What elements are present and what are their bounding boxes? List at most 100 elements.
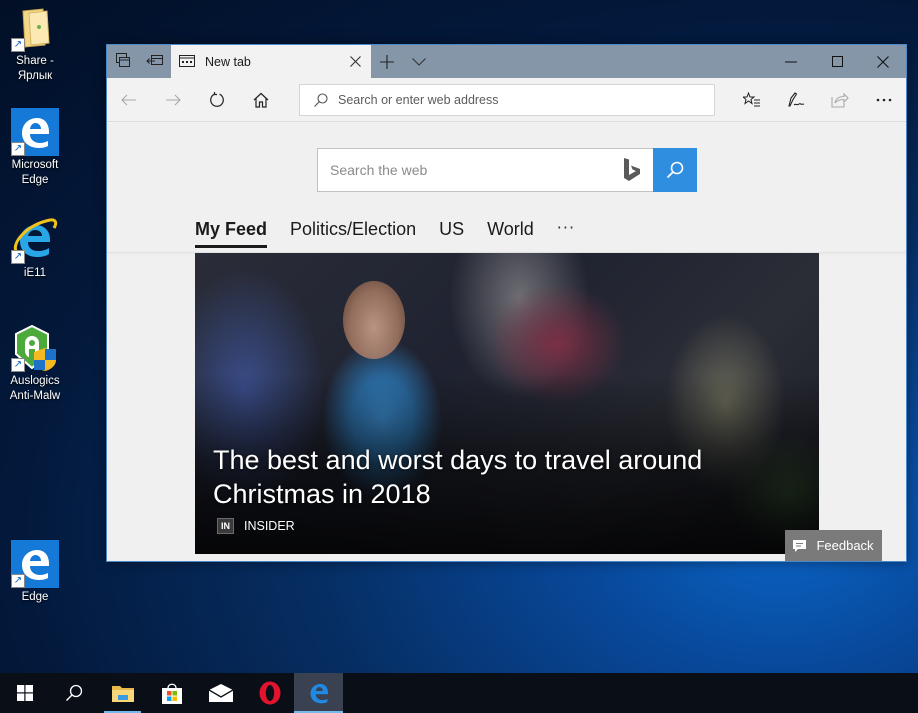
web-search-submit-button[interactable] — [653, 148, 697, 192]
edge-browser-window: New tab Search or enter web address Sear… — [106, 44, 907, 562]
desktop-icon-label: iE11 — [23, 267, 47, 279]
desktop-icon-microsoft-edge[interactable]: ↗ Microsoft Edge — [2, 108, 68, 188]
folder-icon — [111, 686, 134, 702]
insider-logo-icon: IN — [217, 518, 234, 534]
shortcut-arrow-icon: ↗ — [11, 250, 25, 264]
pen-icon — [788, 92, 805, 107]
desktop-icon-label: Ярлык — [17, 70, 53, 82]
feedback-button[interactable]: Feedback — [785, 530, 882, 561]
new-tab-page: Search the web My Feed Politics/Election… — [107, 123, 906, 561]
new-tab-button[interactable] — [371, 45, 403, 78]
desktop-icon-label: Edge — [21, 591, 49, 603]
desktop-icon-label: Microsoft — [11, 159, 59, 171]
share-button[interactable] — [818, 82, 862, 118]
plus-icon — [380, 54, 394, 69]
edge-icon: ↗ — [11, 108, 59, 156]
feed-tab-politics-election[interactable]: Politics/Election — [290, 219, 416, 245]
internet-explorer-icon: ↗ — [11, 216, 59, 264]
tabs-aside-icon — [115, 52, 131, 72]
feed-tabs: My Feed Politics/Election US World ··· — [195, 215, 575, 248]
taskbar-opera[interactable] — [245, 673, 294, 713]
taskbar-mail[interactable] — [196, 673, 245, 713]
tab-new-tab[interactable]: New tab — [171, 45, 371, 78]
feed-tab-my-feed[interactable]: My Feed — [195, 219, 268, 248]
shortcut-arrow-icon: ↗ — [11, 358, 25, 372]
close-icon — [877, 55, 889, 68]
taskbar-search-button[interactable] — [49, 673, 98, 713]
web-search-box[interactable]: Search the web — [317, 148, 697, 192]
bing-logo-icon — [617, 155, 647, 185]
hero-news-card[interactable]: The best and worst days to travel around… — [195, 253, 819, 554]
hero-headline[interactable]: The best and worst days to travel around… — [213, 443, 733, 511]
arrow-right-icon — [166, 94, 181, 105]
opera-icon — [259, 681, 280, 705]
desktop-icon-edge[interactable]: ↗ Edge — [2, 540, 68, 605]
more-horizontal-icon — [876, 98, 892, 102]
desktop-icon-ie11[interactable]: ↗ iE11 — [2, 216, 68, 281]
home-icon — [253, 92, 269, 108]
hero-image — [343, 281, 405, 359]
address-bar-placeholder: Search or enter web address — [338, 93, 499, 107]
refresh-button[interactable] — [195, 82, 239, 118]
web-note-button[interactable] — [774, 82, 818, 118]
comment-icon — [793, 539, 807, 552]
search-icon — [666, 161, 684, 179]
favorites-hub-button[interactable] — [730, 82, 774, 118]
search-icon — [314, 93, 328, 107]
forward-button[interactable] — [151, 82, 195, 118]
feedback-label: Feedback — [816, 538, 874, 553]
web-search-placeholder: Search the web — [330, 162, 428, 178]
desktop-icon-share[interactable]: ↗ Share - Ярлык — [2, 4, 68, 84]
minimize-button[interactable] — [768, 45, 814, 78]
store-icon — [161, 683, 182, 704]
taskbar-edge[interactable] — [294, 673, 343, 713]
set-aside-icon — [146, 52, 164, 71]
refresh-icon — [210, 91, 224, 107]
tab-preview-button[interactable] — [107, 45, 139, 78]
folder-icon: ↗ — [11, 4, 59, 52]
source-name: INSIDER — [244, 519, 295, 533]
home-button[interactable] — [239, 82, 283, 118]
windows-logo-icon — [16, 685, 33, 701]
close-tab-button[interactable] — [347, 53, 363, 69]
navigation-bar: Search or enter web address — [107, 78, 906, 122]
taskbar-microsoft-store[interactable] — [147, 673, 196, 713]
start-button[interactable] — [0, 673, 49, 713]
chevron-down-icon — [412, 57, 426, 66]
taskbar-file-explorer[interactable] — [98, 673, 147, 713]
desktop-icon-label: Share - — [16, 55, 54, 67]
shortcut-arrow-icon: ↗ — [11, 574, 25, 588]
share-icon — [831, 92, 849, 108]
settings-more-button[interactable] — [862, 82, 906, 118]
close-window-button[interactable] — [860, 45, 906, 78]
new-tab-page-icon — [179, 52, 195, 71]
desktop-icon-label: Auslogics — [10, 375, 60, 387]
desktop-icon-auslogics[interactable]: ↗ Auslogics Anti-Malw — [2, 324, 68, 404]
hero-source: IN INSIDER — [217, 518, 295, 534]
close-icon — [349, 55, 361, 67]
edge-icon: ↗ — [11, 540, 59, 588]
minimize-icon — [785, 61, 797, 62]
back-button[interactable] — [107, 82, 151, 118]
taskbar — [0, 673, 918, 713]
shortcut-arrow-icon: ↗ — [11, 38, 25, 52]
tab-title: New tab — [205, 54, 251, 69]
arrow-left-icon — [121, 94, 136, 105]
title-bar[interactable]: New tab — [107, 45, 906, 78]
tab-list-dropdown[interactable] — [403, 45, 435, 78]
mail-icon — [208, 684, 233, 702]
edge-icon — [310, 683, 328, 704]
set-tabs-aside-button[interactable] — [139, 45, 171, 78]
address-bar[interactable]: Search or enter web address — [299, 84, 715, 116]
shortcut-arrow-icon: ↗ — [11, 142, 25, 156]
auslogics-icon: ↗ — [11, 324, 59, 372]
feed-tab-us[interactable]: US — [439, 219, 464, 245]
desktop-icon-label: Edge — [21, 174, 49, 186]
feed-tab-world[interactable]: World — [487, 219, 534, 245]
desktop-icon-label: Anti-Malw — [9, 390, 61, 402]
feed-more-button[interactable]: ··· — [557, 218, 575, 245]
maximize-button[interactable] — [814, 45, 860, 78]
search-icon — [65, 684, 82, 701]
favorites-list-icon — [743, 92, 760, 107]
maximize-icon — [831, 56, 843, 67]
